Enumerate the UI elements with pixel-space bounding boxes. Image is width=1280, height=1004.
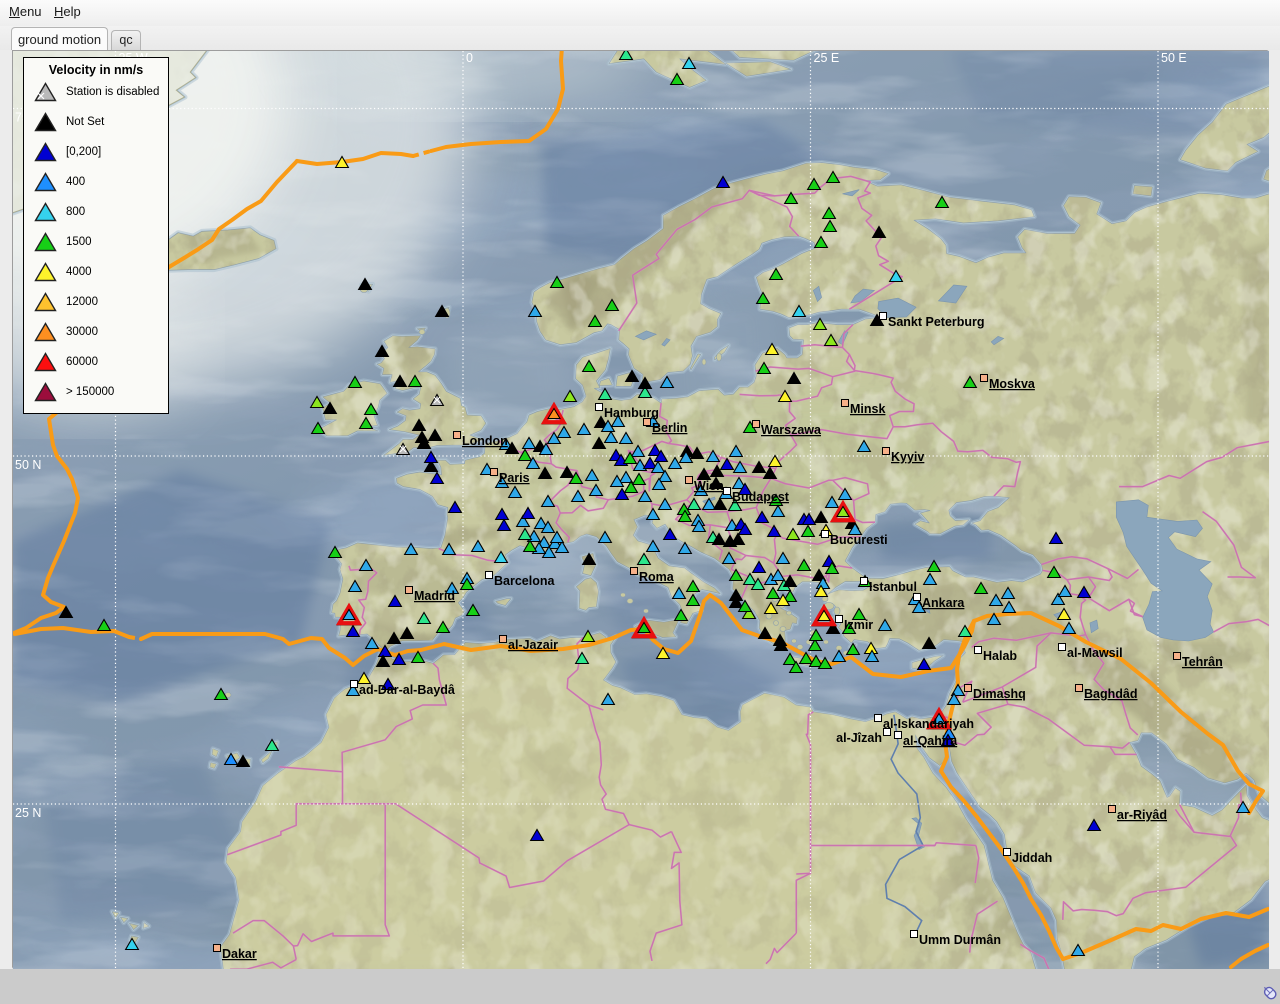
svg-text:Madrid: Madrid — [414, 589, 455, 603]
svg-text:Bucuresti: Bucuresti — [830, 533, 888, 547]
svg-text:Istanbul: Istanbul — [869, 580, 917, 594]
svg-text:Halab: Halab — [983, 649, 1017, 663]
svg-text:Dimashq: Dimashq — [973, 687, 1026, 701]
svg-text:Umm Durmân: Umm Durmân — [919, 933, 1001, 947]
svg-text:50 E: 50 E — [1161, 51, 1187, 65]
svg-text:Sankt Peterburg: Sankt Peterburg — [888, 315, 985, 329]
svg-text:25 N: 25 N — [15, 806, 41, 820]
svg-text:Kyyiv: Kyyiv — [891, 450, 924, 464]
svg-text:Minsk: Minsk — [850, 402, 885, 416]
svg-text:Hamburg: Hamburg — [604, 406, 659, 420]
svg-text:al-Qahira: al-Qahira — [903, 734, 958, 748]
svg-text:ar-Riyâd: ar-Riyâd — [1117, 808, 1167, 822]
svg-text:50 N: 50 N — [15, 458, 41, 472]
svg-text:al-Jazair: al-Jazair — [508, 638, 558, 652]
svg-text:Dakar: Dakar — [222, 947, 257, 961]
svg-text:Baghdâd: Baghdâd — [1084, 687, 1137, 701]
svg-text:Ankara: Ankara — [922, 596, 965, 610]
svg-text:Warszawa: Warszawa — [761, 423, 822, 437]
svg-text:ad-Dar-al-Baydâ: ad-Dar-al-Baydâ — [359, 683, 455, 697]
svg-text:25 E: 25 E — [814, 51, 840, 65]
svg-text:Jiddah: Jiddah — [1012, 851, 1052, 865]
svg-text:Izmir: Izmir — [844, 618, 873, 632]
svg-text:0: 0 — [466, 51, 473, 65]
svg-text:Roma: Roma — [639, 570, 675, 584]
svg-text:al-Iskandariyah: al-Iskandariyah — [883, 717, 974, 731]
svg-text:London: London — [462, 434, 508, 448]
svg-text:Tehrân: Tehrân — [1182, 655, 1223, 669]
svg-text:Budapest: Budapest — [732, 490, 790, 504]
svg-text:Moskva: Moskva — [989, 377, 1036, 391]
svg-text:al-Jîzah: al-Jîzah — [836, 731, 882, 745]
svg-text:Wien: Wien — [694, 479, 724, 493]
svg-text:Paris: Paris — [499, 471, 530, 485]
svg-text:Barcelona: Barcelona — [494, 574, 555, 588]
svg-text:al-Mawsil: al-Mawsil — [1067, 646, 1123, 660]
svg-text:Berlin: Berlin — [652, 421, 687, 435]
